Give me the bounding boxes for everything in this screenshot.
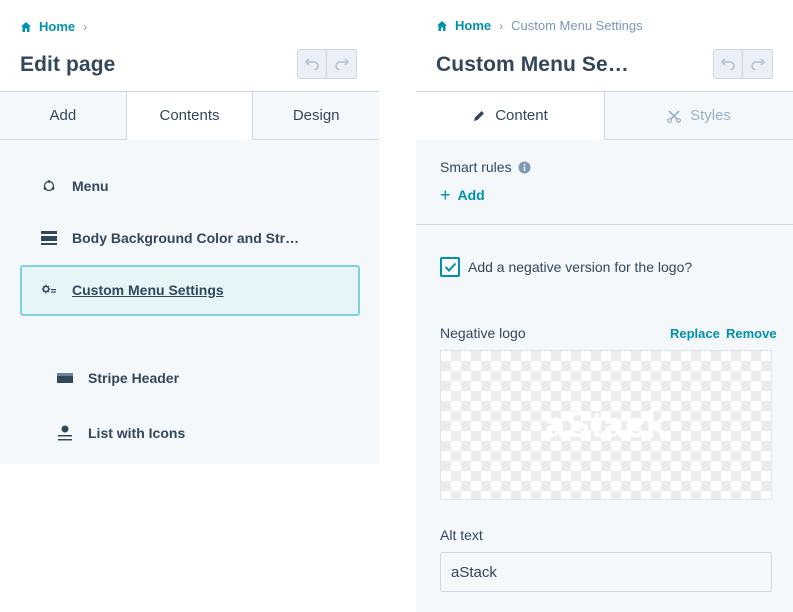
breadcrumb-current: Custom Menu Settings — [511, 18, 643, 33]
edit-page-panel: Home › Edit page Add Contents Design Men… — [0, 0, 379, 612]
home-icon — [21, 21, 31, 32]
tab-label: Content — [495, 107, 548, 124]
undo-button[interactable] — [713, 49, 743, 79]
tab-content[interactable]: Content — [416, 92, 605, 140]
module-settings-panel: Home › Custom Menu Settings Custom Menu … — [416, 0, 793, 612]
stripe-icon — [40, 230, 58, 246]
contents-list: Menu Body Background Color and Str… Cust… — [0, 140, 379, 464]
plus-icon: + — [440, 185, 451, 205]
negative-logo-checkbox[interactable] — [440, 257, 460, 277]
tab-contents[interactable]: Contents — [126, 92, 254, 140]
undo-redo-group — [713, 49, 773, 79]
module-item-label: Stripe Header — [88, 370, 180, 386]
logo-preview-text: aStack — [544, 404, 668, 445]
module-item-label: List with Icons — [88, 425, 186, 441]
alt-text-label: Alt text — [440, 527, 483, 543]
redo-button[interactable] — [327, 49, 357, 79]
module-item-menu[interactable]: Menu — [40, 178, 109, 194]
settings-tabs: Content Styles — [416, 91, 793, 140]
smart-rules-label: Smart rules — [440, 159, 512, 175]
tab-label: Styles — [690, 107, 731, 124]
module-item-label: Body Background Color and Str… — [72, 230, 300, 246]
undo-icon — [720, 58, 735, 70]
check-icon — [444, 262, 456, 272]
module-item-label: Menu — [72, 178, 109, 194]
add-smart-rule-button[interactable]: + Add — [440, 186, 485, 204]
divider — [416, 224, 793, 225]
breadcrumb: Home › — [20, 19, 95, 34]
breadcrumb: Home › Custom Menu Settings — [436, 18, 643, 33]
editor-tabs: Add Contents Design — [0, 91, 379, 140]
tab-add[interactable]: Add — [0, 92, 127, 140]
remove-link[interactable]: Remove — [726, 326, 777, 341]
negative-logo-label: Negative logo — [440, 325, 526, 341]
negative-logo-checkbox-label: Add a negative version for the logo? — [468, 259, 693, 275]
chevron-right-icon: › — [83, 19, 88, 34]
chevron-right-icon: › — [499, 18, 504, 33]
redo-icon — [750, 58, 765, 70]
breadcrumb-home-link[interactable]: Home — [20, 19, 75, 34]
breadcrumb-home-label: Home — [455, 18, 492, 33]
page-title: Edit page — [20, 53, 116, 76]
scissors-icon — [667, 109, 681, 123]
redo-icon — [334, 58, 349, 70]
home-icon — [437, 20, 447, 31]
stripe-header-icon — [56, 371, 74, 385]
replace-link[interactable]: Replace — [670, 326, 720, 341]
undo-button[interactable] — [297, 49, 327, 79]
list-icon — [56, 424, 74, 442]
breadcrumb-home-link[interactable]: Home — [436, 18, 491, 33]
settings-icon — [40, 283, 58, 297]
module-item-list-with-icons[interactable]: List with Icons — [56, 424, 185, 442]
menu-icon — [40, 179, 58, 193]
module-item-custom-menu-settings-row[interactable]: Custom Menu Settings — [40, 282, 224, 298]
module-item-label: Custom Menu Settings — [72, 282, 224, 298]
module-item-stripe-header[interactable]: Stripe Header — [56, 370, 179, 386]
smart-rules: Smart rules — [440, 159, 531, 175]
page-title: Custom Menu Se… — [436, 53, 629, 76]
tab-styles[interactable]: Styles — [605, 92, 793, 140]
add-smart-rule-label: Add — [457, 187, 485, 203]
breadcrumb-home-label: Home — [39, 19, 76, 34]
redo-button[interactable] — [743, 49, 773, 79]
tab-design[interactable]: Design — [253, 92, 379, 140]
pencil-icon — [472, 109, 486, 123]
negative-logo-preview[interactable]: aStack — [440, 350, 772, 500]
alt-text-input[interactable] — [440, 552, 772, 592]
module-item-body-background[interactable]: Body Background Color and Str… — [40, 230, 299, 246]
undo-redo-group — [297, 49, 357, 79]
negative-logo-checkbox-row[interactable]: Add a negative version for the logo? — [440, 257, 692, 277]
undo-icon — [304, 58, 319, 70]
info-icon[interactable] — [518, 161, 531, 174]
